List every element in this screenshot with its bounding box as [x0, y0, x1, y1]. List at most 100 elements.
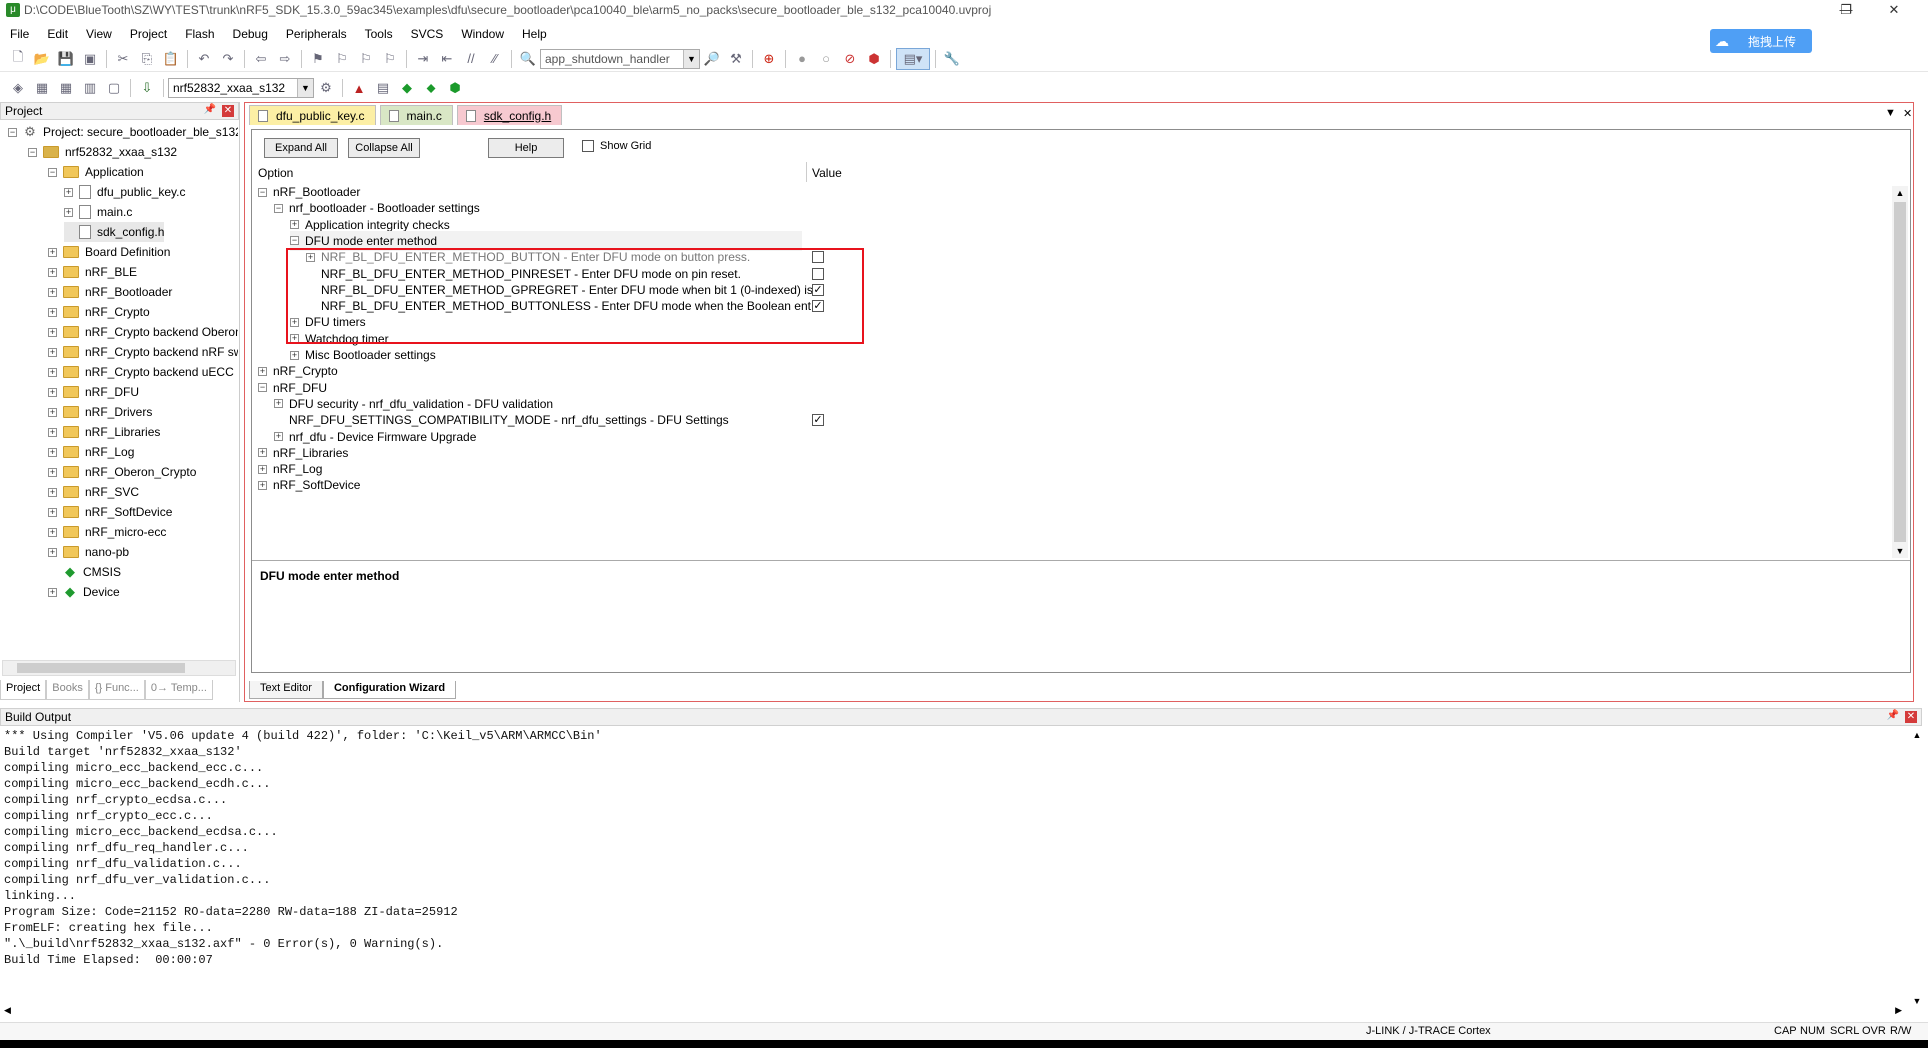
chevron-down-icon[interactable]: ▼: [683, 49, 699, 68]
tree-item[interactable]: − nrf52832_xxaa_s132: [28, 142, 177, 162]
collapse-icon[interactable]: −: [258, 383, 267, 393]
kill-breakpoints-icon[interactable]: ⬢: [863, 48, 885, 70]
build-horizontal-scrollbar[interactable]: ◀ ▶: [0, 1004, 1906, 1020]
close-icon[interactable]: ✕: [222, 105, 234, 117]
tree-item[interactable]: + nRF_Crypto: [48, 302, 150, 322]
expand-icon[interactable]: +: [48, 427, 57, 437]
expand-icon[interactable]: +: [48, 407, 57, 417]
collapse-icon[interactable]: −: [290, 236, 299, 246]
file-extensions-icon[interactable]: ▲: [348, 77, 370, 99]
collapse-icon[interactable]: −: [28, 147, 37, 157]
project-horizontal-scrollbar[interactable]: [2, 660, 236, 676]
tree-item[interactable]: + nRF_SoftDevice: [48, 502, 172, 522]
expand-icon[interactable]: +: [258, 366, 267, 376]
bookmark-icon[interactable]: ⚑: [307, 48, 329, 70]
expand-icon[interactable]: +: [48, 267, 57, 277]
project-tab-2[interactable]: {} Func...: [88, 680, 145, 700]
find-in-files-icon[interactable]: 🔍: [517, 48, 539, 70]
load-icon[interactable]: ⇩: [136, 77, 158, 99]
incremental-find-icon[interactable]: 🔎: [701, 48, 723, 70]
collapse-icon[interactable]: −: [258, 187, 267, 197]
close-icon[interactable]: ✕: [1905, 711, 1917, 723]
tree-item[interactable]: + main.c: [64, 202, 132, 222]
indent-icon[interactable]: ⇥: [412, 48, 434, 70]
scroll-up-icon[interactable]: ▲: [1892, 186, 1908, 200]
scroll-left-icon[interactable]: ◀: [4, 1005, 11, 1016]
cut-icon[interactable]: ✂: [112, 48, 134, 70]
project-tab-0[interactable]: Project: [0, 680, 47, 700]
breakpoint-icon[interactable]: ●: [791, 48, 813, 70]
disable-all-breakpoints-icon[interactable]: ⊘: [839, 48, 861, 70]
menu-item-svcs[interactable]: SVCS: [401, 27, 452, 41]
build-output-console[interactable]: *** Using Compiler 'V5.06 update 4 (buil…: [0, 728, 1906, 1006]
scrollbar-thumb[interactable]: [1894, 202, 1906, 542]
clear-bookmarks-icon[interactable]: ⚐: [379, 48, 401, 70]
run-time-env-icon[interactable]: ⬢: [444, 77, 466, 99]
pin-icon[interactable]: 📌: [1887, 710, 1899, 721]
comment-icon[interactable]: //: [460, 48, 482, 70]
expand-icon[interactable]: +: [48, 507, 57, 517]
scrollbar-thumb[interactable]: [17, 663, 185, 673]
expand-icon[interactable]: +: [48, 307, 57, 317]
help-button[interactable]: Help: [488, 138, 564, 158]
tree-item[interactable]: + dfu_public_key.c: [64, 182, 186, 202]
tree-item[interactable]: − Application: [48, 162, 144, 182]
select-packs-icon[interactable]: ◆: [396, 77, 418, 99]
expand-icon[interactable]: +: [48, 447, 57, 457]
tree-item[interactable]: + nRF_micro-ecc: [48, 522, 166, 542]
menu-item-window[interactable]: Window: [451, 27, 512, 41]
expand-icon[interactable]: +: [290, 220, 299, 230]
tree-item[interactable]: sdk_config.h: [64, 222, 165, 242]
unindent-icon[interactable]: ⇤: [436, 48, 458, 70]
scroll-down-icon[interactable]: ▼: [1892, 544, 1908, 558]
disable-breakpoint-icon[interactable]: ○: [815, 48, 837, 70]
function-combo[interactable]: app_shutdown_handler ▼: [540, 48, 700, 69]
pin-icon[interactable]: 📌: [204, 104, 216, 115]
close-window-button[interactable]: ✕: [1874, 0, 1914, 20]
expand-icon[interactable]: +: [258, 448, 267, 458]
chevron-down-icon[interactable]: ▼: [297, 79, 313, 97]
tree-item[interactable]: + nRF_Crypto backend Oberon: [48, 322, 238, 342]
expand-icon[interactable]: +: [48, 587, 57, 597]
navigate-back-icon[interactable]: ⇦: [250, 48, 272, 70]
paste-icon[interactable]: 📋: [160, 48, 182, 70]
expand-icon[interactable]: +: [274, 432, 283, 441]
scroll-up-icon[interactable]: ▲: [1910, 730, 1924, 740]
redo-icon[interactable]: ↷: [217, 48, 239, 70]
tree-item[interactable]: + nRF_Libraries: [48, 422, 160, 442]
rebuild-icon[interactable]: ▦: [55, 77, 77, 99]
expand-icon[interactable]: +: [48, 247, 57, 257]
debug-start-icon[interactable]: ⊕: [758, 48, 780, 70]
show-grid-checkbox[interactable]: [582, 140, 594, 152]
expand-icon[interactable]: +: [48, 387, 57, 397]
tree-item[interactable]: + Board Definition: [48, 242, 170, 262]
collapse-icon[interactable]: −: [48, 167, 57, 177]
menu-item-view[interactable]: View: [76, 27, 120, 41]
menu-item-edit[interactable]: Edit: [37, 27, 76, 41]
collapse-all-button[interactable]: Collapse All: [348, 138, 420, 158]
prev-bookmark-icon[interactable]: ⚐: [331, 48, 353, 70]
tab-text-editor[interactable]: Text Editor: [249, 681, 323, 699]
collapse-icon[interactable]: −: [8, 127, 17, 137]
stop-build-icon[interactable]: ▢: [103, 77, 125, 99]
expand-icon[interactable]: +: [48, 527, 57, 537]
undo-icon[interactable]: ↶: [193, 48, 215, 70]
tab-configuration-wizard[interactable]: Configuration Wizard: [322, 681, 457, 699]
tree-item[interactable]: + nRF_Crypto backend nRF sw: [48, 342, 238, 362]
config-option-row[interactable]: + nRF_SoftDevice: [258, 475, 360, 495]
expand-icon[interactable]: +: [64, 187, 73, 197]
tree-item[interactable]: ◆ CMSIS: [48, 562, 121, 582]
navigate-forward-icon[interactable]: ⇨: [274, 48, 296, 70]
menu-item-project[interactable]: Project: [120, 27, 175, 41]
tab-list-icon[interactable]: ▼: [1885, 107, 1896, 119]
tree-item[interactable]: + nRF_SVC: [48, 482, 139, 502]
translate-icon[interactable]: ◈: [7, 77, 29, 99]
find-replace-icon[interactable]: ⚒: [725, 48, 747, 70]
tree-item[interactable]: + nano-pb: [48, 542, 129, 562]
menu-item-peripherals[interactable]: Peripherals: [276, 27, 355, 41]
expand-icon[interactable]: +: [274, 399, 283, 409]
expand-icon[interactable]: +: [48, 467, 57, 477]
open-folder-icon[interactable]: 📂: [31, 48, 53, 70]
tree-item[interactable]: + nRF_Log: [48, 442, 134, 462]
menu-item-flash[interactable]: Flash: [175, 27, 222, 41]
